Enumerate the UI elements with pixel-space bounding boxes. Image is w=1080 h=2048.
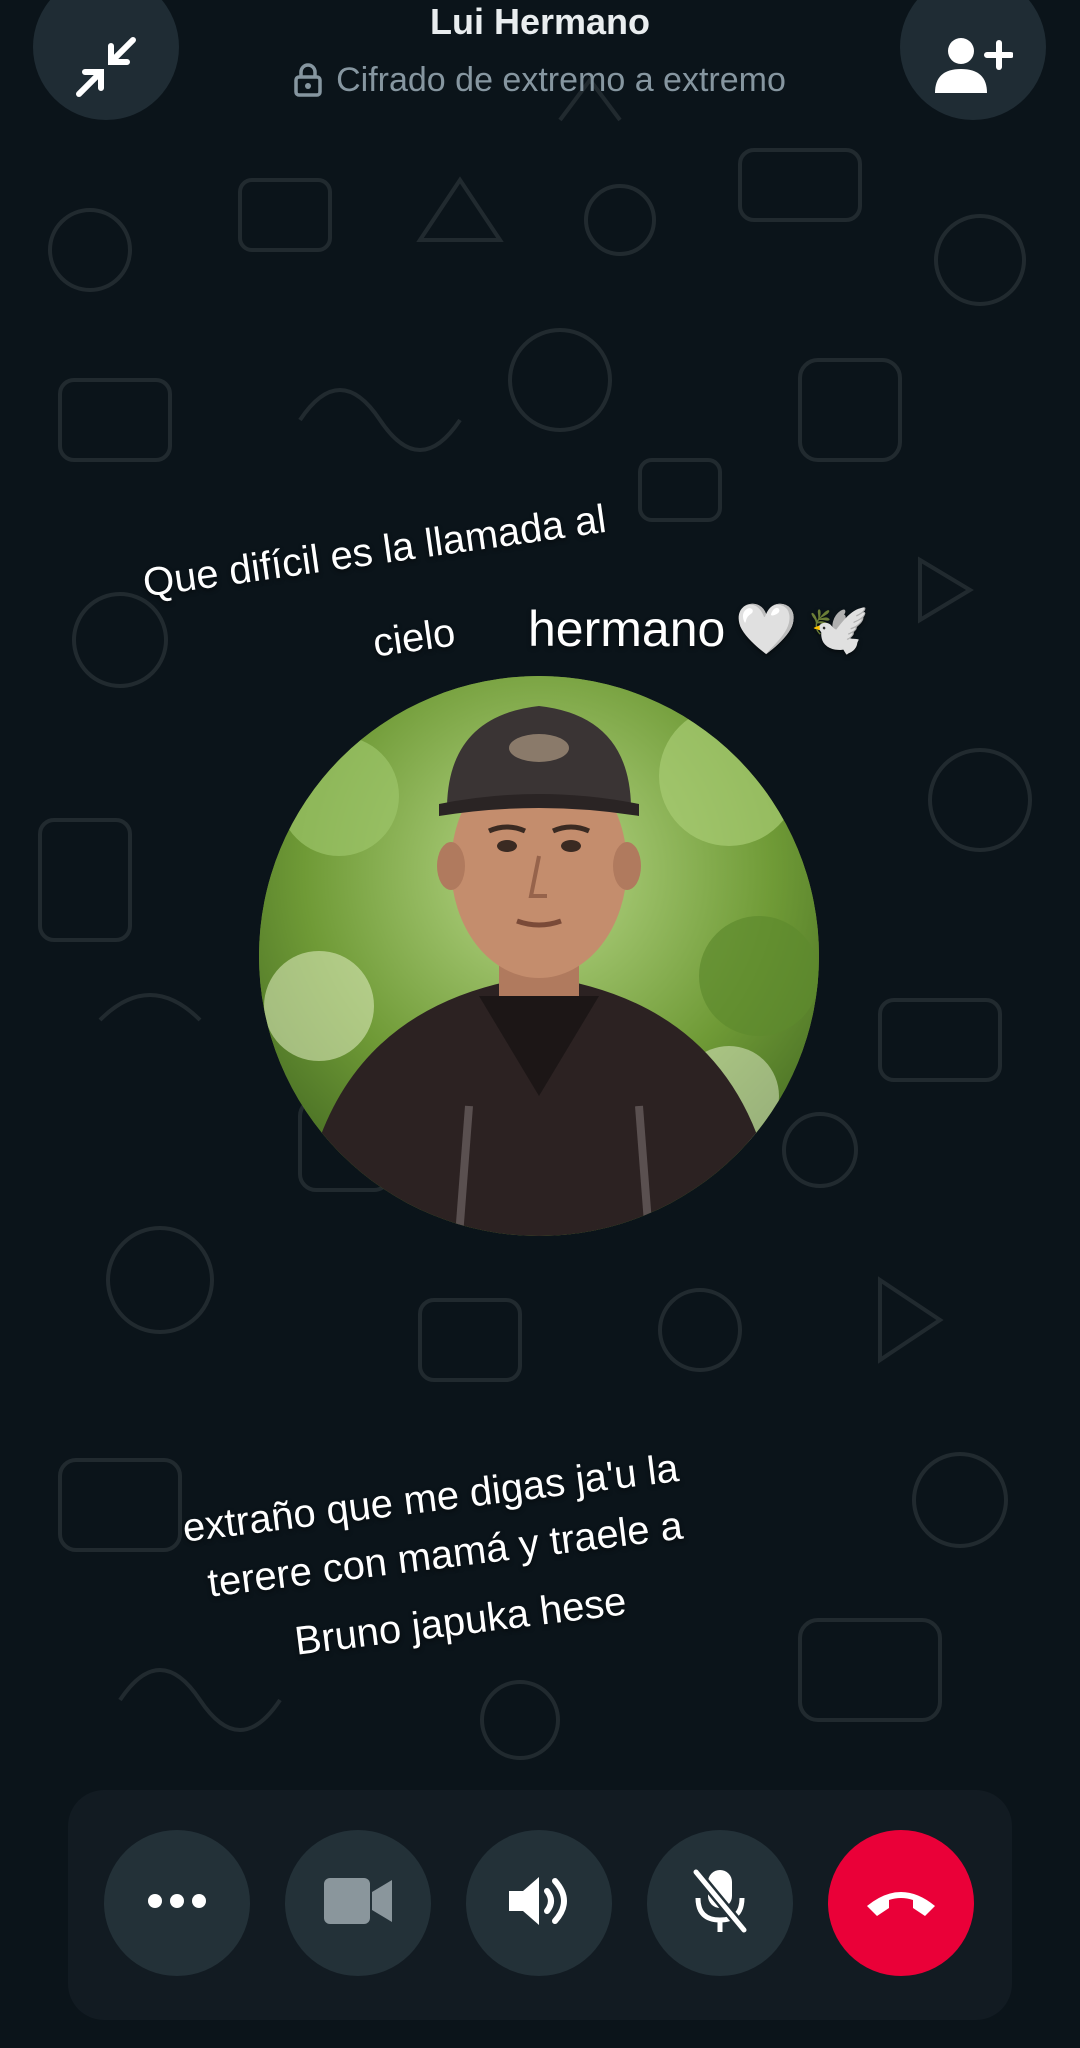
more-options-icon: [147, 1893, 207, 1914]
speaker-toggle-button[interactable]: [466, 1830, 612, 1976]
more-options-button[interactable]: [104, 1830, 250, 1976]
mute-toggle-button[interactable]: [647, 1830, 793, 1976]
top-caption-word-text: hermano: [528, 601, 726, 657]
add-person-icon: [933, 0, 1014, 102]
microphone-muted-icon: [690, 1866, 750, 1941]
top-caption-word: hermano 🤍 🕊️: [528, 598, 870, 660]
call-screen: Lui Hermano Cifrado de extremo a extremo: [0, 0, 1080, 2048]
end-call-icon: [863, 1884, 939, 1923]
end-call-button[interactable]: [828, 1830, 974, 1976]
dove-emoji: 🕊️: [807, 601, 870, 657]
encryption-label: Cifrado de extremo a extremo: [336, 61, 786, 99]
speaker-icon: [507, 1873, 571, 1934]
white-heart-emoji: 🤍: [735, 601, 798, 657]
video-toggle-button[interactable]: [285, 1830, 431, 1976]
contact-avatar: [259, 676, 819, 1236]
lock-icon: [294, 63, 322, 97]
video-camera-icon: [322, 1874, 394, 1933]
